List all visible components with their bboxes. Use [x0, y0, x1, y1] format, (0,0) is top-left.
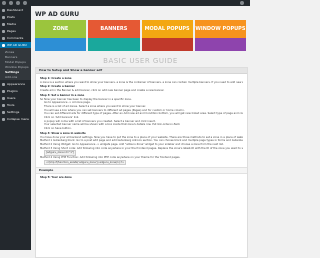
sidebar-collapse[interactable]: Collapse menu — [0, 116, 31, 122]
page-title: WP AD GURU — [35, 11, 80, 18]
tile-red[interactable] — [141, 38, 193, 51]
guide-heading: BASIC USER GUIDE — [103, 57, 178, 65]
settings-icon — [2, 110, 5, 114]
sidebar-item-media[interactable]: Media — [0, 21, 31, 27]
users-icon — [2, 96, 5, 100]
pin-icon — [2, 15, 5, 19]
main-content: WP AD GURU ZONE BANNERS MODAL POPUPS WIN… — [31, 6, 250, 258]
sidebar-submenu: Zones Banners Modal Popups Window Popups… — [0, 48, 31, 80]
collapse-icon — [2, 117, 5, 121]
guide-panel: How to Setup and Show a banner ad? Step … — [35, 67, 248, 258]
sidebar-item-dashboard[interactable]: Dashboard — [0, 7, 31, 13]
sidebar-item-posts[interactable]: Posts — [0, 14, 31, 20]
admin-sidebar: Dashboard Posts Media Pages Comments WP … — [0, 6, 31, 250]
sidebar-item-users[interactable]: Users — [0, 95, 31, 101]
tile-window-popups[interactable]: WINDOW POPUPS — [194, 20, 246, 38]
media-icon — [2, 22, 5, 26]
sidebar-item-appearance[interactable]: Appearance — [0, 81, 31, 87]
sidebar-sub-addons[interactable]: Add-ons — [0, 74, 31, 79]
tile-blue[interactable] — [35, 38, 87, 51]
step3-bullet: Click on Save button. — [44, 127, 72, 131]
tile-zone[interactable]: ZONE — [35, 20, 87, 38]
tile-modal-popups[interactable]: MODAL POPUPS — [141, 20, 193, 38]
tile-teal[interactable] — [88, 38, 140, 51]
wordpress-logo-icon[interactable] — [2, 1, 6, 5]
tiles-row-2 — [35, 38, 246, 51]
tile-banners[interactable]: BANNERS — [88, 20, 140, 38]
adguru-icon — [2, 43, 5, 47]
home-icon[interactable] — [9, 1, 13, 5]
sidebar-item-comments[interactable]: Comments — [0, 35, 31, 41]
wrench-icon — [2, 103, 5, 107]
sidebar-item-plugins[interactable]: Plugins — [0, 88, 31, 94]
comments-icon[interactable] — [16, 1, 20, 5]
account-avatar[interactable] — [240, 1, 244, 5]
sidebar-item-settings[interactable]: Settings — [0, 109, 31, 115]
brush-icon — [2, 82, 5, 86]
guide-panel-body: Step 1: Create a zone A zone is a sectio… — [36, 74, 247, 182]
step5-title: Step 5: Your are done — [40, 176, 72, 180]
dashboard-icon — [2, 8, 5, 12]
step2-text: Create ad in the Banner & add banner, cl… — [40, 89, 165, 93]
tiles-row: ZONE BANNERS MODAL POPUPS WINDOW POPUPS — [35, 20, 246, 38]
php-snippet: <?php if(function_exists('adguru_zone'))… — [44, 159, 127, 166]
plus-icon[interactable] — [23, 1, 27, 5]
sidebar-item-tools[interactable]: Tools — [0, 102, 31, 108]
sidebar-item-pages[interactable]: Pages — [0, 28, 31, 34]
page-icon — [2, 29, 5, 33]
comment-icon — [2, 36, 5, 40]
plugin-icon — [2, 89, 5, 93]
step1-text: A zone is a section where you want to sh… — [40, 80, 243, 84]
tile-purple[interactable] — [194, 38, 246, 51]
sidebar-sub-window-popups[interactable]: Window Popups — [0, 64, 31, 69]
example-subheading[interactable]: Example — [36, 167, 247, 175]
